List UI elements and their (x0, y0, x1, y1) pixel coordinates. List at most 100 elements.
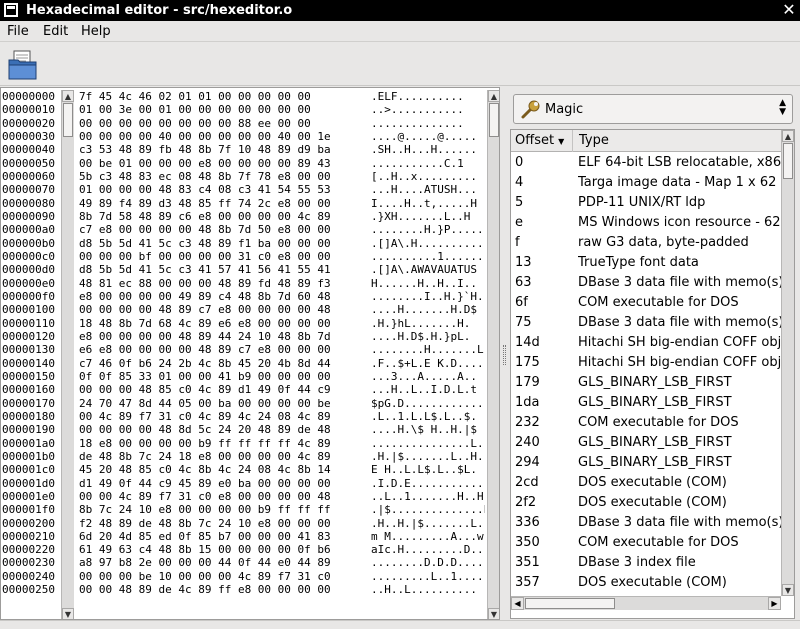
hex-line[interactable]: 01 00 00 00 48 83 c4 08 c3 41 54 55 53 (79, 183, 349, 196)
table-row[interactable]: 13 TrueType font data (511, 253, 781, 273)
table-row[interactable]: 179 GLS_BINARY_LSB_FIRST (511, 373, 781, 393)
ascii-view-scrollbar[interactable]: ▲ ▼ (487, 90, 499, 619)
ascii-line[interactable]: ........I..H.}`H... (371, 290, 485, 303)
ascii-line[interactable]: ...H..L..I.D.L.t (371, 383, 485, 396)
table-row[interactable]: 357 DOS executable (COM) (511, 573, 781, 593)
hex-line[interactable]: 6d 20 4d 85 ed 0f 85 b7 00 00 00 41 83 (79, 530, 349, 543)
hex-line[interactable]: a8 97 b8 2e 00 00 00 44 0f 44 e0 44 89 (79, 556, 349, 569)
ascii-line[interactable]: m M.........A...w (371, 530, 485, 543)
ascii-line[interactable]: ..........1....... (371, 250, 485, 263)
ascii-line[interactable]: ..L..1.......H..H (371, 490, 485, 503)
offset-column-header[interactable]: Offset ▼ (511, 130, 573, 152)
hex-line[interactable]: 18 e8 00 00 00 00 b9 ff ff ff ff 4c 89 (79, 437, 349, 450)
table-row[interactable]: 2cd DOS executable (COM) (511, 473, 781, 493)
table-row[interactable]: 1da GLS_BINARY_LSB_FIRST (511, 393, 781, 413)
hex-line[interactable]: 49 89 f4 89 d3 48 85 ff 74 2c e8 00 00 (79, 197, 349, 210)
scroll-thumb[interactable] (489, 103, 499, 137)
hex-bytes-column[interactable]: 7f 45 4c 46 02 01 01 00 00 00 00 00 01 00… (79, 90, 349, 596)
hex-line[interactable]: 8b 7c 24 10 e8 00 00 00 00 b9 ff ff ff (79, 503, 349, 516)
table-row[interactable]: 0 ELF 64-bit LSB relocatable, x86-6 (511, 153, 781, 173)
pane-splitter[interactable] (500, 87, 510, 620)
ascii-line[interactable]: E H..L.L$.L..$L. (371, 463, 485, 476)
hex-line[interactable]: 7f 45 4c 46 02 01 01 00 00 00 00 00 (79, 90, 349, 103)
table-row[interactable]: 63 DBase 3 data file with memo(s) (511, 273, 781, 293)
hex-line[interactable]: d8 5b 5d 41 5c c3 41 57 41 56 41 55 41 (79, 263, 349, 276)
scroll-down-icon[interactable]: ▼ (62, 608, 74, 619)
hex-line[interactable]: 00 00 00 00 40 00 00 00 00 00 40 00 1e (79, 130, 349, 143)
open-file-button[interactable] (6, 48, 40, 82)
hex-line[interactable]: 18 48 8b 7d 68 4c 89 e6 e8 00 00 00 00 (79, 317, 349, 330)
ascii-line[interactable]: I....H..t,.....H (371, 197, 485, 210)
table-row[interactable]: 75 DBase 3 data file with memo(s) (511, 313, 781, 333)
ascii-line[interactable]: ....H.D$.H.}pL. (371, 330, 485, 343)
table-row[interactable]: 336 DBase 3 data file with memo(s) (511, 513, 781, 533)
menu-edit[interactable]: Edit (43, 24, 68, 39)
magic-selector[interactable]: Magic ▲ ▼ (513, 94, 793, 124)
hex-line[interactable]: c3 53 48 89 fb 48 8b 7f 10 48 89 d9 ba (79, 143, 349, 156)
ascii-line[interactable]: .H.|$.......L..H. (371, 450, 485, 463)
table-row[interactable]: 4 Targa image data - Map 1 x 62 (511, 173, 781, 193)
table-vertical-scrollbar[interactable]: ▲ ▼ (781, 130, 794, 596)
ascii-line[interactable]: .ELF.......... (371, 90, 485, 103)
table-row[interactable]: 2f2 DOS executable (COM) (511, 493, 781, 513)
hex-line[interactable]: 01 00 3e 00 01 00 00 00 00 00 00 00 (79, 103, 349, 116)
ascii-line[interactable]: H......H..H..I.. (371, 277, 485, 290)
hex-line[interactable]: 00 00 48 89 de 4c 89 ff e8 00 00 00 00 (79, 583, 349, 596)
table-row[interactable]: 14d Hitachi SH big-endian COFF obje (511, 333, 781, 353)
splitter-grip[interactable] (503, 345, 506, 365)
ascii-line[interactable]: .........L..1...... (371, 570, 485, 583)
ascii-line[interactable]: .I.D.E.............. (371, 477, 485, 490)
scroll-up-icon[interactable]: ▲ (62, 90, 74, 102)
hex-line[interactable]: f2 48 89 de 48 8b 7c 24 10 e8 00 00 00 (79, 517, 349, 530)
table-row[interactable]: e MS Windows icon resource - 62 i (511, 213, 781, 233)
hex-line[interactable]: e6 e8 00 00 00 00 48 89 c7 e8 00 00 00 (79, 343, 349, 356)
hex-line[interactable]: 00 00 4c 89 f7 31 c0 e8 00 00 00 00 48 (79, 490, 349, 503)
hex-line[interactable]: 00 00 00 bf 00 00 00 00 31 c0 e8 00 00 (79, 250, 349, 263)
hex-line[interactable]: d1 49 0f 44 c9 45 89 e0 ba 00 00 00 00 (79, 477, 349, 490)
ascii-column[interactable]: .ELF.......... ..>.......................… (371, 90, 485, 596)
ascii-line[interactable]: ...3...A.....A.. (371, 370, 485, 383)
ascii-line[interactable]: ...........C.1 (371, 157, 485, 170)
table-row[interactable]: 232 COM executable for DOS (511, 413, 781, 433)
hex-line[interactable]: 61 49 63 c4 48 8b 15 00 00 00 00 0f b6 (79, 543, 349, 556)
ascii-line[interactable]: ...............L..H. (371, 437, 485, 450)
hex-line[interactable]: c7 46 0f b6 24 2b 4c 8b 45 20 4b 8d 44 (79, 357, 349, 370)
hex-line[interactable]: e8 00 00 00 00 48 89 44 24 10 48 8b 7d (79, 330, 349, 343)
hex-line[interactable]: c7 e8 00 00 00 00 48 8b 7d 50 e8 00 00 (79, 223, 349, 236)
hex-line[interactable]: e8 00 00 00 00 49 89 c4 48 8b 7d 60 48 (79, 290, 349, 303)
ascii-line[interactable]: [..H..x......... (371, 170, 485, 183)
hex-line[interactable]: de 48 8b 7c 24 18 e8 00 00 00 00 4c 89 (79, 450, 349, 463)
ascii-line[interactable]: .H.}hL.......H. (371, 317, 485, 330)
table-row[interactable]: 5 PDP-11 UNIX/RT ldp (511, 193, 781, 213)
menu-file[interactable]: File (7, 24, 29, 39)
ascii-line[interactable]: ....H.......H.D$ (371, 303, 485, 316)
ascii-line[interactable]: $pG.D............. (371, 397, 485, 410)
hex-line[interactable]: 5b c3 48 83 ec 08 48 8b 7f 78 e8 00 00 (79, 170, 349, 183)
ascii-line[interactable]: ........H.......L (371, 343, 485, 356)
ascii-line[interactable]: ........D.D.D..... (371, 556, 485, 569)
scroll-down-icon[interactable]: ▼ (782, 584, 794, 596)
ascii-line[interactable]: ..>........... (371, 103, 485, 116)
hex-line[interactable]: 24 70 47 8d 44 05 00 ba 00 00 00 00 be (79, 397, 349, 410)
table-row[interactable]: 350 COM executable for DOS (511, 533, 781, 553)
ascii-line[interactable]: .}XH.......L..H (371, 210, 485, 223)
hex-line[interactable]: 00 00 00 00 48 8d 5c 24 20 48 89 de 48 (79, 423, 349, 436)
type-column-header[interactable]: Type (573, 130, 781, 152)
hex-line[interactable]: 00 4c 89 f7 31 c0 4c 89 4c 24 08 4c 89 (79, 410, 349, 423)
hex-line[interactable]: 00 00 00 00 00 00 00 00 88 ee 00 00 (79, 117, 349, 130)
hex-line[interactable]: d8 5b 5d 41 5c c3 48 89 f1 ba 00 00 00 (79, 237, 349, 250)
ascii-line[interactable]: ...H....ATUSH... (371, 183, 485, 196)
hex-line[interactable]: 00 be 01 00 00 00 e8 00 00 00 00 89 43 (79, 157, 349, 170)
scroll-down-icon[interactable]: ▼ (488, 608, 499, 619)
table-row[interactable]: 175 Hitachi SH big-endian COFF obje (511, 353, 781, 373)
ascii-line[interactable]: ....@.....@..... (371, 130, 485, 143)
table-row[interactable]: f raw G3 data, byte-padded (511, 233, 781, 253)
window-menu-button[interactable] (4, 3, 18, 17)
table-row[interactable]: 351 DBase 3 index file (511, 553, 781, 573)
hex-line[interactable]: 0f 0f 85 33 01 00 00 41 b9 00 00 00 00 (79, 370, 349, 383)
ascii-line[interactable]: .|$..............L (371, 503, 485, 516)
scroll-right-icon[interactable]: ▶ (768, 597, 781, 610)
scroll-up-icon[interactable]: ▲ (782, 130, 794, 142)
ascii-line[interactable]: .............. (371, 117, 485, 130)
ascii-line[interactable]: aIc.H.........D.. (371, 543, 485, 556)
